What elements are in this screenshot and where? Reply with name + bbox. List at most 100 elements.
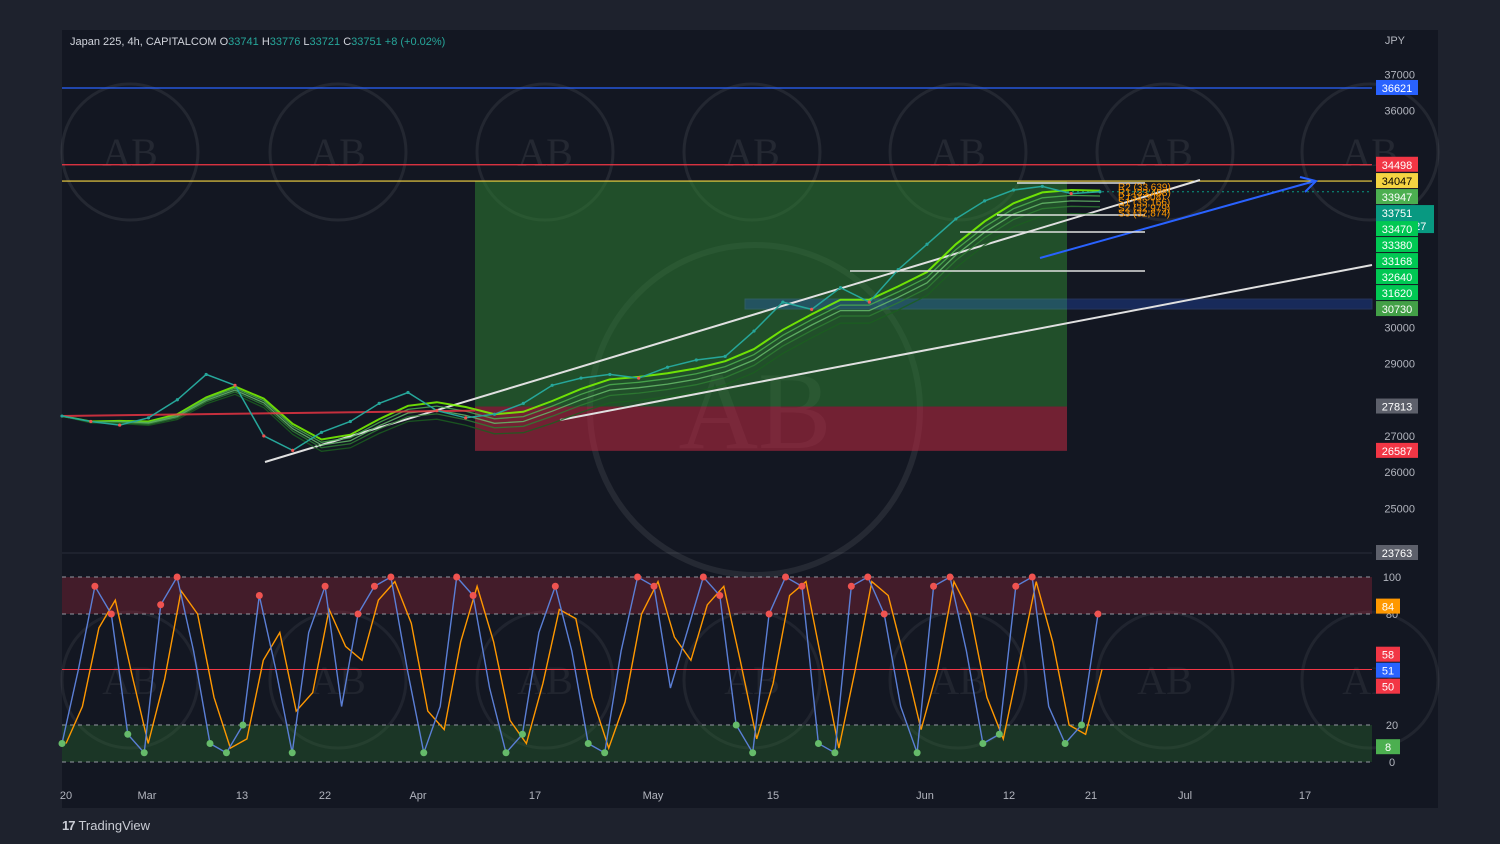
y-tick-label: 25000 (1384, 503, 1415, 515)
oversold-dot (601, 749, 609, 757)
overbought-dot (1094, 610, 1102, 618)
brand-text: TradingView (78, 818, 151, 833)
price-chart-svg[interactable]: ABABABABABABABABABABABABABABABR2 (33,639… (0, 0, 1500, 844)
svg-text:AB: AB (517, 130, 573, 175)
oversold-dot (979, 740, 987, 747)
price-axis-label: 33380 (1382, 240, 1413, 252)
oversold-dot (995, 730, 1003, 738)
oversold-dot (206, 740, 214, 747)
overbought-dot (469, 592, 477, 599)
x-tick-label: 13 (236, 790, 248, 802)
price-axis-label: 36621 (1382, 83, 1413, 95)
overbought-dot (634, 573, 642, 581)
oversold-dot (1078, 721, 1086, 729)
chart-container[interactable]: ABABABABABABABABABABABABABABABR2 (33,639… (0, 0, 1500, 844)
overbought-dot (173, 573, 181, 581)
price-axis-label: 34047 (1382, 176, 1413, 188)
oscillator-axis-label: 51 (1382, 666, 1394, 678)
price-point (665, 365, 670, 369)
y-tick-label: 27000 (1384, 431, 1415, 443)
overbought-dot (699, 573, 707, 581)
price-axis-label: 30730 (1382, 304, 1413, 316)
price-point (175, 398, 179, 402)
price-axis-label: 34498 (1382, 160, 1413, 172)
header-segment: +8 (+0.02%) (382, 36, 446, 48)
overbought-dot (354, 610, 362, 618)
overbought-dot (930, 582, 938, 590)
header-text: Japan 225, 4h, CAPITALCOM O33741 H33776 … (70, 36, 445, 48)
price-point (1040, 184, 1044, 188)
oversold-dot (584, 740, 592, 747)
price-point (637, 376, 641, 380)
header-segment: H (259, 36, 270, 48)
x-tick-label: Jun (916, 790, 934, 802)
svg-text:AB: AB (1137, 130, 1193, 175)
svg-text:AB: AB (310, 130, 366, 175)
oscillator-tick-label: 0 (1389, 757, 1395, 769)
overbought-dot (864, 573, 872, 581)
overbought-dot (798, 582, 806, 590)
price-axis-label: 33947 (1382, 192, 1413, 204)
overbought-dot (650, 582, 658, 590)
x-tick-label: Mar (138, 790, 157, 802)
x-tick-label: 12 (1003, 790, 1015, 802)
oscillator-tick-label: 20 (1386, 720, 1398, 732)
oscillator-axis-label: 84 (1382, 602, 1394, 614)
price-point (377, 401, 381, 405)
overbought-dot (107, 610, 115, 618)
price-point (406, 390, 410, 395)
oversold-dot (239, 721, 247, 729)
price-point (118, 423, 122, 427)
overbought-dot (782, 573, 790, 581)
overbought-dot (880, 610, 888, 618)
oscillator-tick-label: 100 (1383, 572, 1401, 584)
price-point (838, 286, 843, 290)
header-segment: C (340, 36, 351, 48)
x-tick-label: 15 (767, 790, 779, 802)
price-point (291, 448, 295, 452)
overbought-dot (321, 582, 329, 590)
price-point (348, 419, 352, 424)
chart-header: Japan 225, 4h, CAPITALCOM O33741 H33776 … (70, 36, 445, 48)
currency-label: JPY (1385, 35, 1406, 47)
x-tick-label: 17 (1299, 790, 1311, 802)
oversold-dot (58, 740, 66, 747)
overbought-dot (1012, 582, 1020, 590)
oversold-dot (732, 721, 740, 729)
price-point (867, 300, 871, 304)
oversold-zone (62, 725, 1372, 762)
x-tick-label: Apr (409, 790, 426, 802)
price-axis-label: 31620 (1382, 288, 1413, 300)
y-tick-label: 36000 (1384, 105, 1415, 117)
oversold-dot (518, 730, 526, 738)
price-point (204, 372, 208, 377)
overbought-dot (847, 582, 855, 590)
price-point (810, 307, 814, 311)
price-point (983, 199, 987, 203)
price-point (1098, 190, 1102, 194)
price-point (262, 434, 266, 438)
price-point (694, 358, 698, 362)
oscillator-axis-label: 50 (1382, 682, 1394, 694)
svg-text:AB: AB (1137, 658, 1193, 703)
price-axis-label: 33751 (1382, 208, 1413, 220)
header-segment: Japan 225, 4h, CAPITALCOM (70, 36, 217, 48)
y-tick-label: 30000 (1384, 322, 1415, 334)
overbought-dot (551, 582, 559, 590)
price-point (521, 401, 525, 405)
oversold-dot (222, 749, 230, 757)
oversold-dot (124, 730, 132, 738)
price-point (89, 419, 93, 424)
price-point (435, 409, 439, 413)
price-point (781, 300, 785, 304)
overbought-dot (946, 573, 954, 581)
overbought-dot (765, 610, 773, 618)
price-axis-label: 26587 (1382, 446, 1413, 458)
oversold-dot (831, 749, 839, 757)
price-point (579, 376, 583, 380)
price-point (752, 329, 756, 333)
x-tick-label: 17 (529, 790, 541, 802)
oversold-dot (140, 749, 148, 757)
header-segment: 33721 (310, 36, 341, 48)
price-point (60, 414, 64, 418)
